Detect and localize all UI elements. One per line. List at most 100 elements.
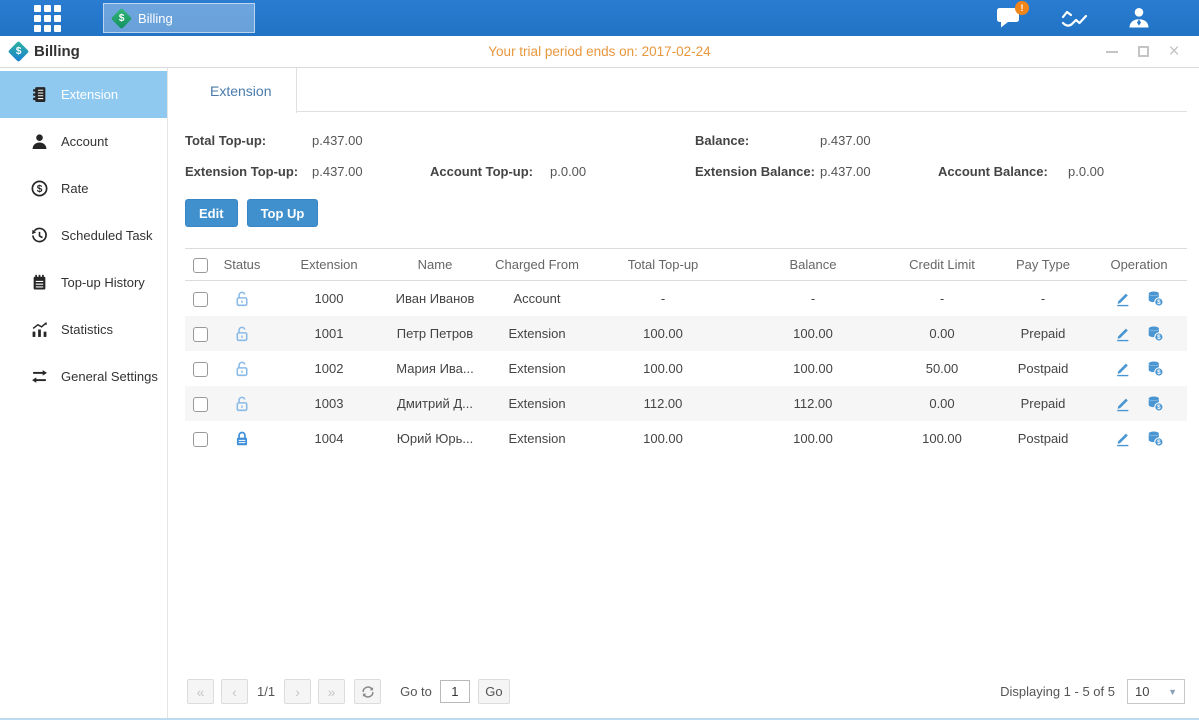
row-checkbox[interactable] (193, 432, 208, 447)
account-balance-value: p.0.00 (1068, 164, 1104, 179)
window-title: $ Billing (11, 43, 80, 60)
edit-button[interactable]: Edit (185, 199, 238, 227)
refresh-button[interactable] (354, 679, 381, 704)
cell-credit-limit: 100.00 (889, 431, 995, 446)
go-button[interactable]: Go (478, 679, 510, 704)
page-indicator: 1/1 (257, 684, 275, 699)
sidebar-item-label: Account (61, 134, 108, 149)
total-topup-value: p.437.00 (312, 133, 363, 148)
goto-label: Go to (400, 684, 432, 699)
general-settings-icon (31, 368, 48, 385)
cell-name: Петр Петров (385, 326, 485, 341)
edit-row-icon[interactable] (1114, 325, 1131, 342)
top-up-row-icon[interactable]: $ (1147, 290, 1164, 307)
sidebar-item-label: Statistics (61, 322, 113, 337)
top-up-row-icon[interactable]: $ (1147, 430, 1164, 447)
col-status: Status (211, 257, 273, 272)
sidebar-item-topup-history[interactable]: Top-up History (0, 259, 167, 306)
page-size-select[interactable]: 10 ▼ (1127, 679, 1185, 704)
next-page-button[interactable]: › (284, 679, 311, 704)
table-header: Status Extension Name Charged From Total… (185, 248, 1187, 281)
cell-balance: 100.00 (737, 361, 889, 376)
top-up-row-icon[interactable]: $ (1147, 325, 1164, 342)
extension-topup-value: p.437.00 (312, 164, 430, 179)
unlocked-icon[interactable] (233, 395, 251, 413)
unlocked-icon[interactable] (233, 325, 251, 343)
extension-table: Status Extension Name Charged From Total… (185, 248, 1187, 456)
window-controls: × (1105, 45, 1181, 59)
cell-pay-type: Prepaid (995, 326, 1091, 341)
top-up-row-icon[interactable]: $ (1147, 360, 1164, 377)
sidebar-item-statistics[interactable]: Statistics (0, 306, 167, 353)
cell-credit-limit: 0.00 (889, 326, 995, 341)
extension-icon (31, 86, 48, 103)
edit-row-icon[interactable] (1114, 360, 1131, 377)
cell-total-topup: 100.00 (589, 326, 737, 341)
edit-row-icon[interactable] (1114, 290, 1131, 307)
cell-extension: 1003 (273, 396, 385, 411)
edit-row-icon[interactable] (1114, 430, 1131, 447)
goto-page-input[interactable] (440, 680, 470, 703)
sidebar-item-label: Scheduled Task (61, 228, 153, 243)
cell-charged-from: Account (485, 291, 589, 306)
notification-badge: ! (1015, 1, 1029, 15)
cell-total-topup: - (589, 291, 737, 306)
maximize-icon[interactable] (1136, 45, 1150, 59)
balance-value: p.437.00 (820, 133, 871, 148)
cell-total-topup: 100.00 (589, 431, 737, 446)
app-launcher-icon[interactable] (34, 5, 61, 32)
row-checkbox[interactable] (193, 362, 208, 377)
col-pay-type: Pay Type (995, 257, 1091, 272)
prev-page-button[interactable]: ‹ (221, 679, 248, 704)
top-up-row-icon[interactable]: $ (1147, 395, 1164, 412)
chevron-down-icon: ▼ (1168, 687, 1177, 697)
cell-balance: 112.00 (737, 396, 889, 411)
select-all-checkbox[interactable] (193, 258, 208, 273)
sidebar-item-account[interactable]: Account (0, 118, 167, 165)
svg-text:$: $ (1157, 439, 1161, 446)
first-page-button[interactable]: « (187, 679, 214, 704)
account-balance-label: Account Balance: (938, 164, 1068, 179)
page-size-value: 10 (1135, 684, 1149, 699)
tab-extension[interactable]: Extension (185, 68, 297, 113)
sidebar-item-extension[interactable]: Extension (0, 71, 167, 118)
rate-icon: $ (31, 180, 48, 197)
top-up-button[interactable]: Top Up (247, 199, 319, 227)
row-checkbox[interactable] (193, 397, 208, 412)
sidebar-item-label: Rate (61, 181, 88, 196)
account-topup-label: Account Top-up: (430, 164, 550, 179)
sidebar-item-scheduled-task[interactable]: Scheduled Task (0, 212, 167, 259)
sidebar-item-label: Extension (61, 87, 118, 102)
last-page-button[interactable]: » (318, 679, 345, 704)
unlocked-icon[interactable] (233, 360, 251, 378)
topup-history-icon (31, 274, 48, 291)
svg-text:$: $ (1157, 299, 1161, 306)
user-icon[interactable] (1127, 6, 1151, 30)
cell-name: Дмитрий Д... (385, 396, 485, 411)
unlocked-icon[interactable] (233, 290, 251, 308)
minimize-icon[interactable] (1105, 45, 1119, 59)
close-icon[interactable]: × (1167, 45, 1181, 59)
row-checkbox[interactable] (193, 327, 208, 342)
edit-row-icon[interactable] (1114, 395, 1131, 412)
resource-monitor-icon[interactable] (1061, 7, 1087, 29)
table-row: 1000 Иван Иванов Account - - - - $ (185, 281, 1187, 316)
pagination-bar: « ‹ 1/1 › » Go to Go Displaying 1 - 5 of… (185, 679, 1187, 718)
row-checkbox[interactable] (193, 292, 208, 307)
taskbar-billing-button[interactable]: $ Billing (103, 3, 255, 33)
svg-text:$: $ (37, 184, 43, 195)
cell-total-topup: 112.00 (589, 396, 737, 411)
billing-app-window: $ Billing ! $ Billing Your trial period … (0, 0, 1199, 720)
locked-icon[interactable] (233, 430, 251, 448)
col-extension: Extension (273, 257, 385, 272)
sidebar-item-general-settings[interactable]: General Settings (0, 353, 167, 400)
extension-balance-value: p.437.00 (820, 164, 938, 179)
table-body: 1000 Иван Иванов Account - - - - $ 1001 … (185, 281, 1187, 456)
sidebar-item-rate[interactable]: $ Rate (0, 165, 167, 212)
cell-pay-type: Postpaid (995, 361, 1091, 376)
billing-app-icon: $ (111, 7, 132, 28)
account-topup-value: p.0.00 (550, 164, 586, 179)
messages-icon[interactable]: ! (996, 7, 1021, 29)
col-credit-limit: Credit Limit (889, 257, 995, 272)
total-topup-label: Total Top-up: (185, 133, 312, 148)
